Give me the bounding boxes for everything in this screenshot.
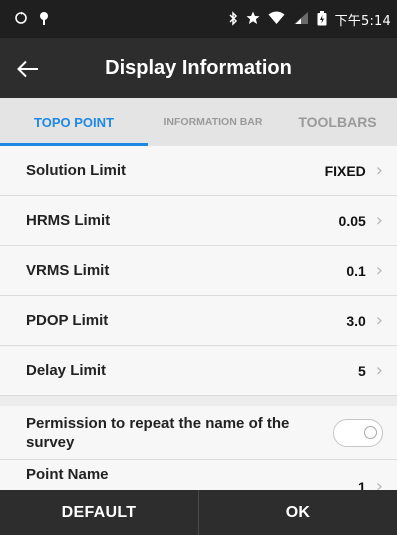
- setting-value: 0.1: [346, 262, 366, 279]
- back-button[interactable]: [0, 38, 56, 98]
- toggle-knob: [364, 425, 377, 439]
- status-time: 下午5:14: [334, 13, 391, 29]
- sync-icon: [14, 11, 28, 27]
- status-right-icons: 下午5:14: [228, 10, 391, 29]
- app-bar: Display Information: [0, 38, 397, 98]
- chevron-right-icon: ›: [375, 309, 383, 331]
- setting-row-solution-limit[interactable]: Solution Limit FIXED ›: [0, 146, 397, 196]
- setting-label: Point Name: [26, 466, 109, 483]
- tab-toolbars[interactable]: TOOLBARS: [278, 98, 397, 146]
- setting-label: VRMS Limit: [26, 262, 110, 279]
- ok-button[interactable]: OK: [199, 490, 397, 535]
- bottom-action-bar: DEFAULT OK: [0, 490, 397, 535]
- setting-row-hrms-limit[interactable]: HRMS Limit 0.05 ›: [0, 196, 397, 246]
- setting-row-vrms-limit[interactable]: VRMS Limit 0.1 ›: [0, 246, 397, 296]
- default-button[interactable]: DEFAULT: [0, 490, 198, 535]
- wifi-icon: [268, 11, 285, 27]
- bluetooth-icon: [228, 10, 238, 28]
- setting-label: HRMS Limit: [26, 212, 111, 229]
- settings-list: Solution Limit FIXED › HRMS Limit 0.05 ›…: [0, 146, 397, 500]
- setting-row-repeat-name: Permission to repeat the name of the sur…: [0, 406, 397, 460]
- chevron-right-icon: ›: [375, 359, 383, 381]
- tab-information-bar[interactable]: INFORMATION BAR: [148, 98, 278, 146]
- setting-row-pdop-limit[interactable]: PDOP Limit 3.0 ›: [0, 296, 397, 346]
- chevron-right-icon: ›: [375, 159, 383, 181]
- repeat-name-toggle[interactable]: [333, 418, 383, 447]
- chevron-right-icon: ›: [375, 209, 383, 231]
- setting-value: 0.05: [338, 212, 366, 229]
- setting-label: Permission to repeat the name of the sur…: [26, 414, 290, 451]
- status-left-icons: [14, 11, 50, 28]
- page-title: Display Information: [105, 56, 292, 79]
- star-icon: [246, 11, 260, 27]
- tab-bar: TOPO POINT INFORMATION BAR TOOLBARS: [0, 98, 397, 146]
- setting-value: 3.0: [346, 312, 366, 329]
- location-pin-icon: [38, 11, 50, 28]
- setting-value: FIXED: [324, 162, 366, 179]
- arrow-left-icon: [17, 52, 39, 85]
- signal-icon: [293, 11, 309, 27]
- setting-label: PDOP Limit: [26, 312, 109, 329]
- setting-label: Delay Limit: [26, 362, 107, 379]
- status-bar: 下午5:14: [0, 0, 397, 38]
- setting-value: 5: [358, 362, 366, 379]
- section-divider: [0, 396, 397, 406]
- chevron-right-icon: ›: [375, 259, 383, 281]
- setting-label: Solution Limit: [26, 162, 126, 179]
- tab-topo-point[interactable]: TOPO POINT: [0, 98, 148, 146]
- battery-icon: [317, 10, 327, 28]
- setting-row-delay-limit[interactable]: Delay Limit 5 ›: [0, 346, 397, 396]
